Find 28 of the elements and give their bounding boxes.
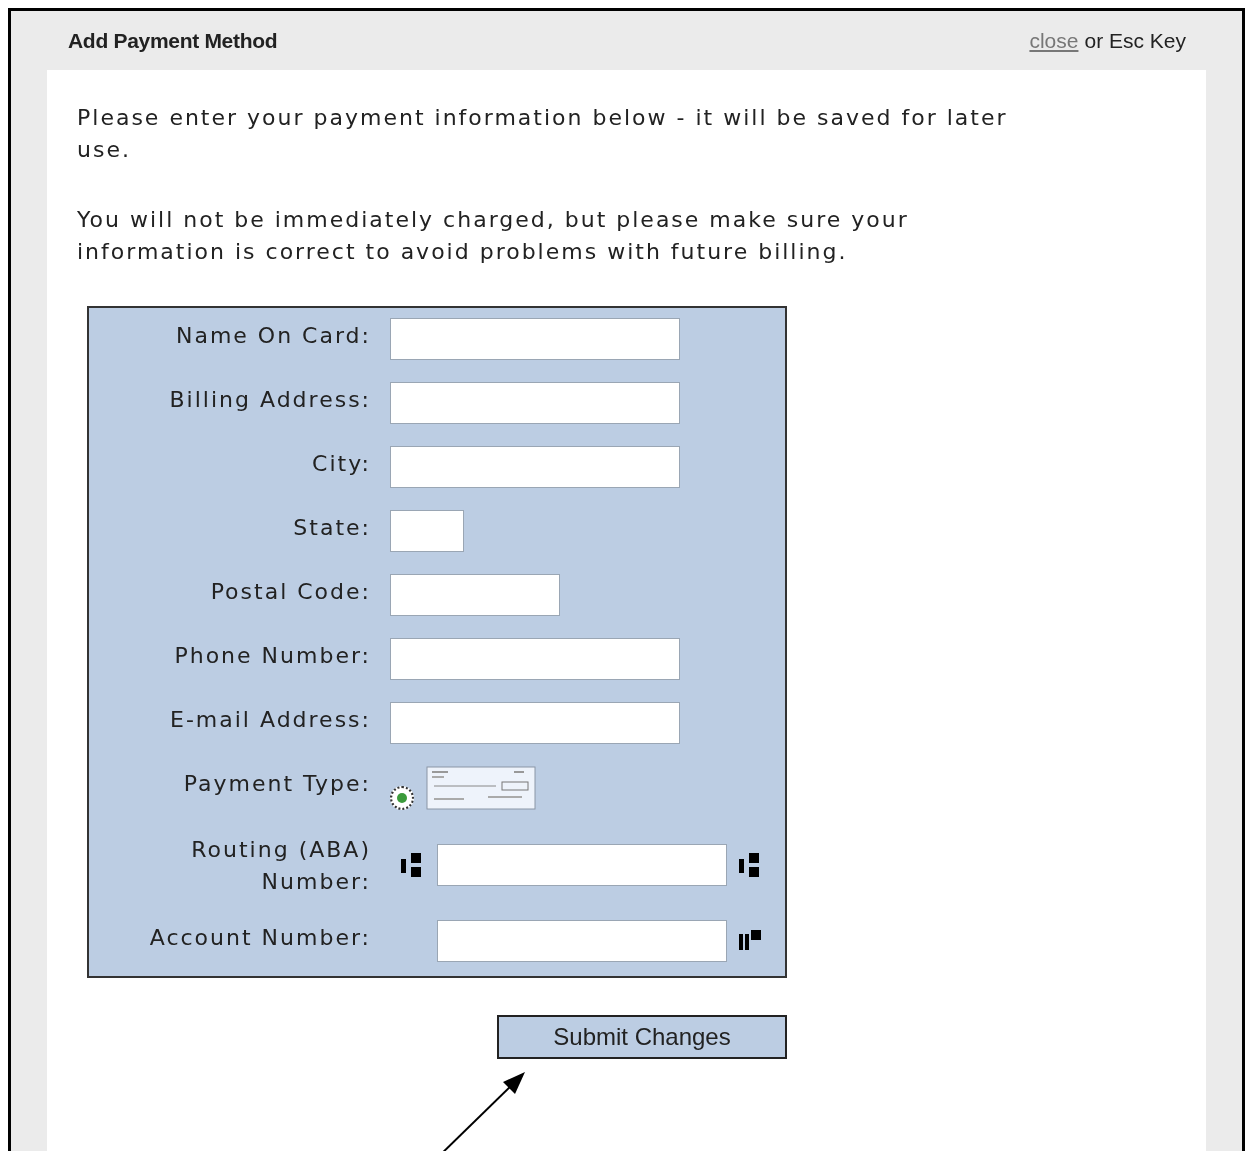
text-field[interactable] [390, 574, 560, 616]
intro-text: Please enter your payment information below - it will be saved for later use. [77, 104, 1009, 164]
text-field[interactable] [390, 318, 680, 360]
text-field[interactable] [390, 382, 680, 424]
field-label: State: [292, 514, 371, 542]
text-field[interactable] [390, 638, 680, 680]
check-icon [426, 766, 536, 810]
text-field[interactable] [390, 446, 680, 488]
text-field[interactable] [437, 920, 727, 962]
field-label: City: [311, 450, 371, 478]
field-label: Name On Card: [174, 322, 371, 350]
field-label: E-mail Address: [169, 706, 371, 734]
field-label: Account Number: [148, 924, 371, 952]
radio-button[interactable] [390, 786, 414, 810]
field-label: Routing (ABA) Number: [190, 836, 371, 896]
submit-button[interactable]: Submit Changes [497, 1015, 787, 1059]
field-label: Phone Number: [173, 642, 371, 670]
close-link[interactable]: close [1029, 28, 1079, 53]
text-field[interactable] [390, 702, 680, 744]
field-label: Billing Address: [168, 386, 371, 414]
intro-text: You will not be immediately charged, but please make sure your information is correct to avoid problems with future billing. [77, 206, 910, 266]
text-field[interactable] [390, 510, 464, 552]
field-label: Payment Type: [182, 770, 371, 798]
dialog-title: Add Payment Method [68, 28, 278, 53]
field-label: Postal Code: [209, 578, 371, 606]
close-hint: or Esc Key [1084, 28, 1186, 53]
text-field[interactable] [437, 844, 727, 886]
account-symbol-icon [739, 928, 763, 952]
